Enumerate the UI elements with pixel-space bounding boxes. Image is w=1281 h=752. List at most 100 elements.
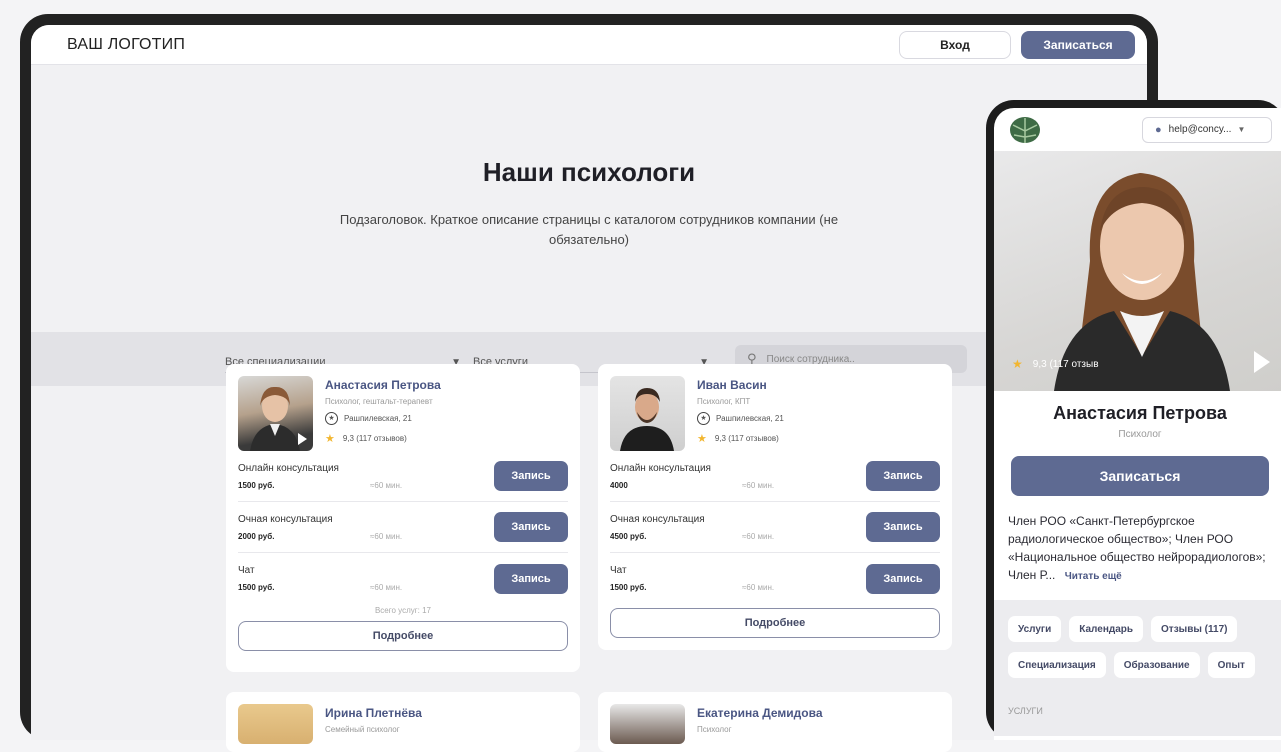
profile-role: Психолог <box>1118 429 1162 440</box>
address-text: Рашпилевская, 21 <box>716 414 784 423</box>
rating-text: 9,3 (117 отзывов) <box>342 434 407 443</box>
card-header: Анастасия Петрова Психолог, гештальт-тер… <box>238 376 568 451</box>
tab-education[interactable]: Образование <box>1113 652 1200 678</box>
book-button[interactable]: Запись <box>866 563 940 594</box>
service-row: Очная консультация 2000 руб. ≈60 мин. Зап… <box>238 502 568 553</box>
employee-role: Психолог, гештальт-терапевт <box>325 397 433 406</box>
read-more-link[interactable]: Читать ещё <box>1065 571 1122 582</box>
service-duration: ≈60 мин. <box>370 583 403 592</box>
star-icon: ★ <box>697 433 707 445</box>
filters-bar: Все специализации ▼ Все услуги ▼ ⚲ Поиск… <box>31 332 1147 386</box>
employee-role: Семейный психолог <box>325 725 400 734</box>
service-info: Очная консультация 4500 руб. ≈60 мин. <box>610 514 774 541</box>
tab-services[interactable]: Услуги <box>1008 616 1062 642</box>
employee-address: ★ Рашпилевская, 21 <box>697 412 784 425</box>
service-info: Чат 1500 руб. ≈60 мин. <box>238 565 402 592</box>
address-text: Рашпилевская, 21 <box>344 414 412 423</box>
card-info: Иван Васин Психолог, КПТ ★ Рашпилевская,… <box>697 376 784 451</box>
star-icon: ★ <box>1012 357 1023 371</box>
service-meta: 2000 руб. ≈60 мин. <box>238 532 402 541</box>
service-meta: 1500 руб. ≈60 мин. <box>238 583 402 592</box>
more-button[interactable]: Подробнее <box>238 621 568 651</box>
service-info: Чат 1500 руб. ≈60 мин. <box>610 565 774 592</box>
user-menu[interactable]: ● help@concy... ▼ <box>1142 116 1272 143</box>
employee-name[interactable]: Екатерина Демидова <box>697 706 823 720</box>
book-button[interactable]: Запись <box>494 563 568 594</box>
service-info: Онлайн консультация 4000 ≈60 мин. <box>610 463 774 490</box>
employee-name[interactable]: Ирина Плетнёва <box>325 706 422 720</box>
service-price: 2000 руб. <box>238 531 275 541</box>
service-row: Онлайн консультация 1500 руб. ≈60 мин. За… <box>238 451 568 502</box>
service-price: 4500 руб. <box>610 531 647 541</box>
book-button[interactable]: Записаться <box>1011 456 1269 496</box>
card-info: Анастасия Петрова Психолог, гештальт-тер… <box>325 376 441 451</box>
employee-name[interactable]: Анастасия Петрова <box>325 378 441 392</box>
metro-icon: ★ <box>325 412 338 425</box>
avatar-photo-icon <box>620 388 674 451</box>
employee-rating: ★ 9,3 (117 отзывов) <box>697 432 784 445</box>
signup-button[interactable]: Записаться <box>1021 30 1135 59</box>
service-meta: 1500 руб. ≈60 мин. <box>610 583 774 592</box>
service-info: Очная консультация 2000 руб. ≈60 мин. <box>238 514 402 541</box>
phone-screen: ● help@concy... ▼ ★ 9,3 (117 отзыв Анаст… <box>994 108 1281 740</box>
avatar[interactable] <box>610 376 685 451</box>
service-list: Онлайн консультация 4000 ≈60 мин. Запись … <box>610 451 940 604</box>
book-button[interactable]: Запись <box>494 512 568 542</box>
card-header: Ирина Плетнёва Семейный психолог <box>238 704 568 744</box>
leaf-logo-icon[interactable] <box>1008 115 1042 145</box>
profile-photo[interactable]: ★ 9,3 (117 отзыв <box>994 151 1281 391</box>
profile-bio: Член РОО «Санкт-Петербургское радиологич… <box>994 496 1281 600</box>
page-title: Наши психологи <box>482 157 696 187</box>
tab-reviews[interactable]: Отзывы (117) <box>1151 616 1238 642</box>
service-name: Онлайн консультация <box>610 462 711 474</box>
service-name: Чат <box>238 565 255 576</box>
employee-card: Екатерина Демидова Психолог <box>598 692 952 752</box>
bio-text: Член РОО «Санкт-Петербургское радиологич… <box>1008 514 1266 582</box>
portrait-icon <box>1054 173 1230 391</box>
employee-role: Психолог, КПТ <box>697 397 751 406</box>
service-name: Очная консультация <box>610 513 705 525</box>
photo-rating-text: 9,3 (117 отзыв <box>1032 358 1099 370</box>
card-info: Екатерина Демидова Психолог <box>697 704 823 744</box>
card-header: Иван Васин Психолог, КПТ ★ Рашпилевская,… <box>610 376 940 451</box>
service-duration: ≈60 мин. <box>370 480 403 490</box>
service-duration: ≈60 мин. <box>742 583 775 592</box>
tab-calendar[interactable]: Календарь <box>1069 616 1144 642</box>
play-icon[interactable] <box>298 433 307 445</box>
service-row: Онлайн консультация 4000 ≈60 мин. Запись <box>610 451 940 502</box>
employee-name[interactable]: Иван Васин <box>697 378 784 392</box>
book-button[interactable]: Запись <box>866 512 940 542</box>
employee-address: ★ Рашпилевская, 21 <box>325 412 441 425</box>
services-total: Всего услуг: 17 <box>374 606 432 615</box>
service-duration: ≈60 мин. <box>742 480 775 490</box>
desktop-screen: ВАШ ЛОГОТИП Вход Записаться Наши психоло… <box>31 25 1147 740</box>
service-price: 1500 руб. <box>610 583 647 592</box>
avatar[interactable] <box>238 376 313 451</box>
employee-role: Психолог <box>697 725 732 734</box>
star-icon: ★ <box>325 433 335 445</box>
avatar[interactable] <box>610 704 685 744</box>
phone-frame: ● help@concy... ▼ ★ 9,3 (117 отзыв Анаст… <box>986 100 1281 740</box>
service-list: Онлайн консультация 1500 руб. ≈60 мин. За… <box>238 451 568 604</box>
tab-experience[interactable]: Опыт <box>1207 652 1255 678</box>
service-name: Очная консультация <box>238 513 333 525</box>
avatar[interactable] <box>238 704 313 744</box>
more-button[interactable]: Подробнее <box>610 608 940 638</box>
section-title: УСЛУГИ <box>994 706 1281 736</box>
phone-header: ● help@concy... ▼ <box>994 108 1281 151</box>
card-info: Ирина Плетнёва Семейный психолог <box>325 704 422 744</box>
employee-card: Ирина Плетнёва Семейный психолог <box>226 692 580 752</box>
user-email: help@concy... <box>1168 124 1232 135</box>
book-button[interactable]: Запись <box>494 461 568 491</box>
login-button[interactable]: Вход <box>899 30 1011 59</box>
employee-rating: ★ 9,3 (117 отзывов) <box>325 432 441 445</box>
rating-text: 9,3 (117 отзывов) <box>714 434 779 443</box>
tab-specialization[interactable]: Специализация <box>1008 652 1106 678</box>
book-button[interactable]: Запись <box>866 461 940 491</box>
user-icon: ● <box>1155 123 1162 136</box>
top-navbar: ВАШ ЛОГОТИП Вход Записаться <box>31 25 1147 65</box>
play-icon[interactable] <box>1254 351 1270 373</box>
service-duration: ≈60 мин. <box>742 531 775 541</box>
logo[interactable]: ВАШ ЛОГОТИП <box>67 36 185 54</box>
service-price: 1500 руб. <box>238 480 275 490</box>
